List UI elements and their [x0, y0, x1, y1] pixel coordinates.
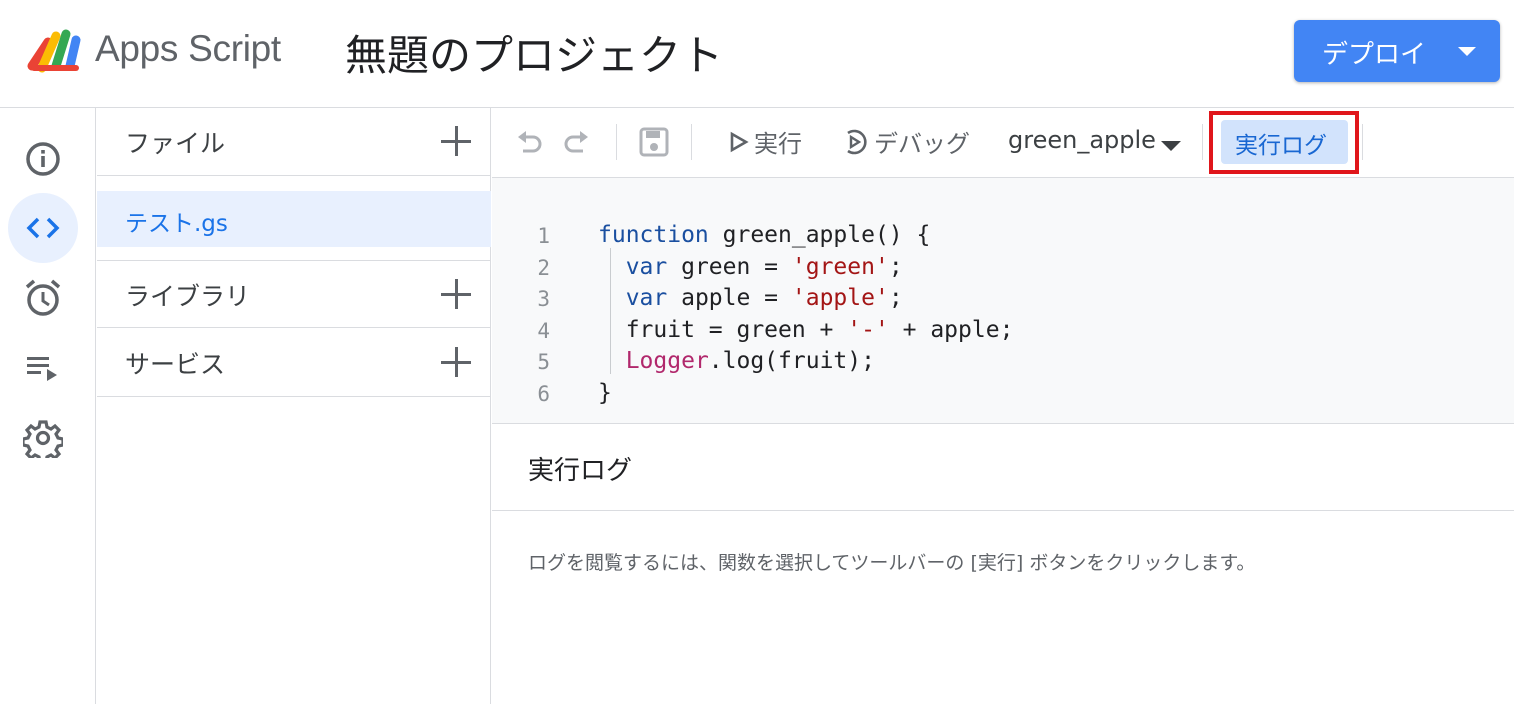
- files-section-header: ファイル: [97, 108, 491, 176]
- add-file-plus-icon[interactable]: [439, 124, 473, 158]
- code-token: 'green': [791, 254, 889, 280]
- libraries-section-header: ライブラリ: [97, 260, 491, 328]
- run-label: 実行: [754, 130, 802, 158]
- apps-script-logo[interactable]: [26, 26, 86, 74]
- toolbar-divider: [616, 124, 617, 160]
- services-title: サービス: [125, 350, 226, 379]
- libraries-title: ライブラリ: [125, 282, 251, 311]
- code-token: '-': [847, 317, 889, 343]
- highlight-frame: [1209, 111, 1359, 174]
- code-token: 'apple': [791, 285, 889, 311]
- nav-rail: [0, 108, 96, 704]
- info-icon: [26, 142, 60, 176]
- code-line: }: [598, 380, 612, 406]
- app-name: Apps Script: [95, 28, 281, 69]
- toolbar-divider: [1202, 124, 1203, 160]
- code-editor[interactable]: 1 2 3 4 5 6 function green_apple() { var…: [492, 178, 1514, 424]
- line-number: 3: [537, 287, 550, 311]
- rail-item-triggers[interactable]: [8, 263, 78, 333]
- files-title: ファイル: [125, 129, 226, 158]
- code-line: var apple = 'apple';: [598, 285, 903, 311]
- execution-log-message: ログを閲覧するには、関数を選択してツールバーの [実行] ボタンをクリックします…: [528, 552, 1256, 574]
- line-number: 6: [537, 382, 550, 406]
- debug-icon: [847, 129, 867, 154]
- app-header: Apps Script 無題のプロジェクト デプロイ: [0, 0, 1514, 108]
- code-token: ;: [888, 254, 903, 280]
- code-token: + apple;: [888, 317, 1014, 343]
- add-library-plus-icon[interactable]: [439, 277, 473, 311]
- toolbar-divider: [691, 124, 692, 160]
- rail-item-executions[interactable]: [8, 333, 78, 403]
- code-icon: [26, 217, 60, 239]
- line-number: 2: [537, 256, 550, 280]
- code-line: function green_apple() {: [598, 222, 930, 248]
- caret-down-icon[interactable]: [1161, 141, 1181, 151]
- run-button[interactable]: 実行: [728, 124, 802, 159]
- code-token: apple =: [667, 285, 792, 311]
- save-button[interactable]: [638, 126, 670, 158]
- code-token: green_apple() {: [708, 222, 931, 248]
- undo-button[interactable]: [514, 128, 544, 158]
- debug-button[interactable]: デバッグ: [840, 124, 970, 159]
- toolbar-divider: [1362, 124, 1363, 160]
- redo-button[interactable]: [562, 128, 592, 158]
- services-section-header: サービス: [97, 329, 491, 397]
- code-token: var: [625, 285, 668, 311]
- code-token: .log(fruit);: [708, 348, 875, 374]
- play-icon: [730, 131, 749, 152]
- code-token: Logger: [625, 348, 709, 374]
- divider: [492, 510, 1514, 511]
- line-number: 5: [537, 350, 550, 374]
- code-token: var: [625, 254, 668, 280]
- deploy-button[interactable]: デプロイ: [1294, 20, 1500, 82]
- code-token: ;: [888, 285, 903, 311]
- code-token: function: [598, 222, 709, 248]
- save-icon: [639, 127, 669, 157]
- code-line: var green = 'green';: [598, 254, 903, 280]
- rail-item-settings[interactable]: [8, 403, 78, 473]
- code-line: fruit = green + '-' + apple;: [598, 317, 1014, 343]
- gear-icon: [23, 420, 63, 458]
- line-number: 4: [537, 319, 550, 343]
- code-line: Logger.log(fruit);: [598, 348, 875, 374]
- add-service-plus-icon[interactable]: [439, 345, 473, 379]
- file-name: テスト.gs: [125, 211, 228, 237]
- debug-label: デバッグ: [874, 130, 970, 158]
- rail-item-editor[interactable]: [8, 193, 78, 263]
- editor-toolbar: 実行 デバッグ green_apple 実行ログ: [492, 108, 1514, 178]
- undo-icon: [518, 131, 542, 153]
- files-panel: ファイル テスト.gs ライブラリ サービス: [97, 108, 491, 704]
- code-token: green =: [667, 254, 792, 280]
- execution-log-title: 実行ログ: [528, 456, 633, 486]
- caret-down-icon: [1458, 47, 1476, 56]
- code-token: }: [598, 380, 612, 406]
- line-number: 1: [537, 224, 550, 248]
- function-select[interactable]: green_apple: [1008, 126, 1156, 154]
- project-title[interactable]: 無題のプロジェクト: [345, 22, 723, 83]
- alarm-clock-icon: [25, 279, 61, 316]
- playlist-play-icon: [27, 357, 57, 381]
- deploy-label: デプロイ: [1322, 40, 1427, 70]
- code-token: fruit = green +: [598, 317, 848, 343]
- redo-icon: [564, 131, 588, 153]
- rail-item-overview[interactable]: [8, 124, 78, 194]
- file-item-test-gs[interactable]: テスト.gs: [97, 191, 491, 247]
